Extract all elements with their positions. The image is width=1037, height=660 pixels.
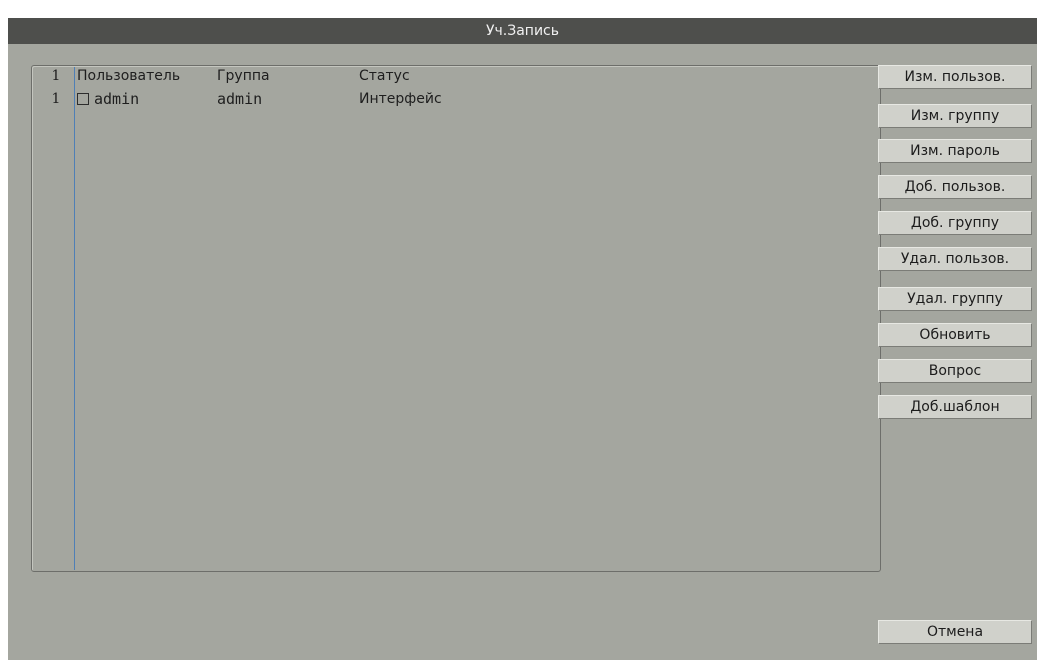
header-group: Группа xyxy=(217,68,270,84)
add-template-button[interactable]: Доб.шаблон xyxy=(878,395,1032,419)
window-title: Уч.Запись xyxy=(8,18,1037,44)
row-user: admin xyxy=(94,90,140,108)
row-group: admin xyxy=(217,90,263,108)
modify-group-button[interactable]: Изм. группу xyxy=(878,104,1032,128)
delete-group-button[interactable]: Удал. группу xyxy=(878,287,1032,311)
row-index: 1 xyxy=(51,91,61,107)
header-user: Пользователь xyxy=(77,68,181,84)
table-row[interactable]: 1 admin admin Интерфейс xyxy=(32,90,878,108)
user-table: 1 Пользователь Группа Статус 1 admin adm… xyxy=(31,65,881,572)
cancel-button[interactable]: Отмена xyxy=(878,620,1032,644)
row-status: Интерфейс xyxy=(359,91,442,107)
column-divider xyxy=(74,67,75,570)
add-group-button[interactable]: Доб. группу xyxy=(878,211,1032,235)
add-user-button[interactable]: Доб. пользов. xyxy=(878,175,1032,199)
table-header: 1 Пользователь Группа Статус xyxy=(32,67,878,85)
header-status: Статус xyxy=(359,68,410,84)
account-window: Уч.Запись 1 Пользователь Группа Статус 1… xyxy=(8,18,1037,660)
row-user-cell: admin xyxy=(77,90,139,108)
delete-user-button[interactable]: Удал. пользов. xyxy=(878,247,1032,271)
row-checkbox[interactable] xyxy=(77,93,89,105)
modify-password-button[interactable]: Изм. пароль xyxy=(878,139,1032,163)
header-index: 1 xyxy=(51,68,61,84)
refresh-button[interactable]: Обновить xyxy=(878,323,1032,347)
query-button[interactable]: Вопрос xyxy=(878,359,1032,383)
modify-user-button[interactable]: Изм. пользов. xyxy=(878,65,1032,89)
